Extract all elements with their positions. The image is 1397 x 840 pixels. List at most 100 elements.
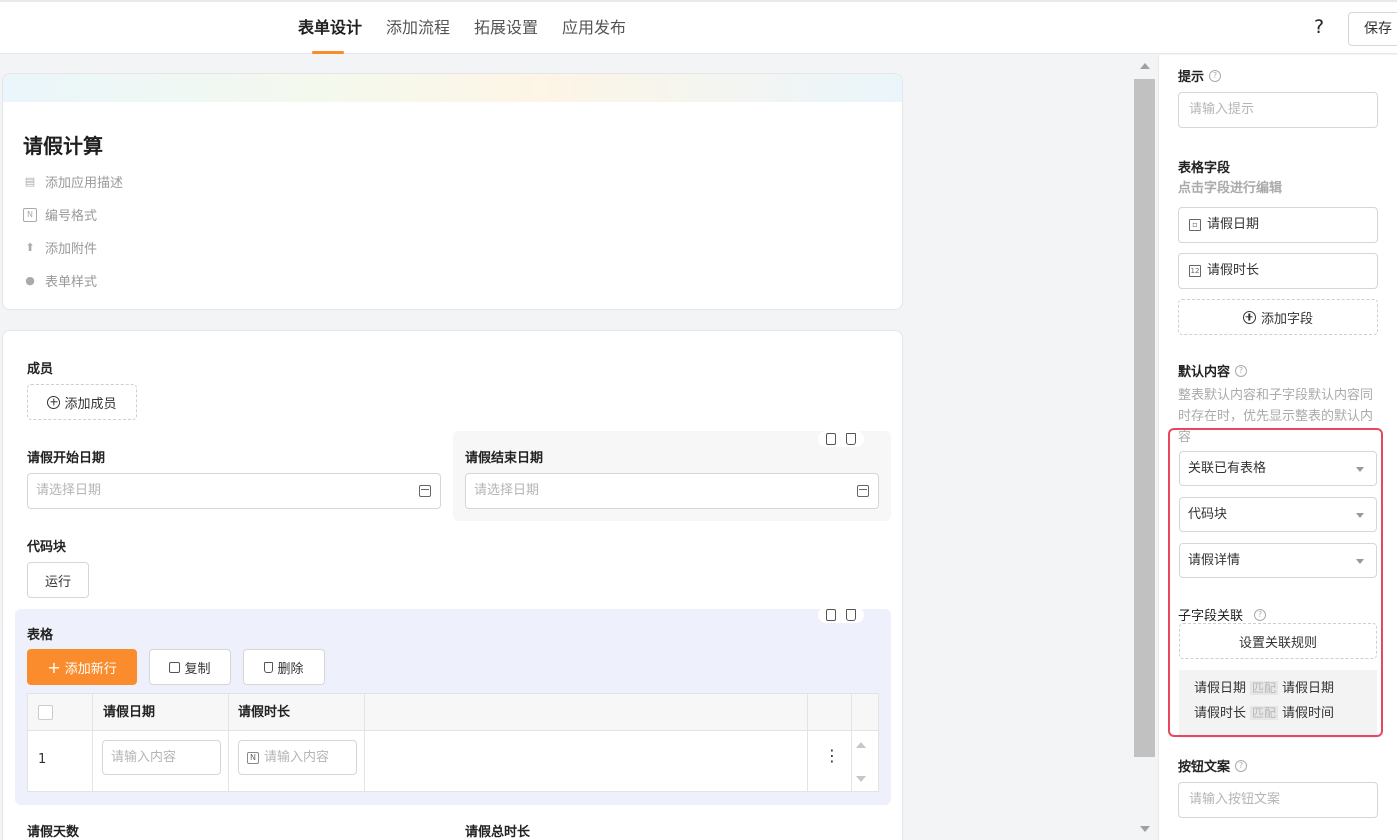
table-label: 表格 xyxy=(27,628,54,643)
trash-icon[interactable] xyxy=(846,609,856,621)
leave-duration-cell-input[interactable]: N 请输入内容 xyxy=(238,740,357,775)
trash-icon xyxy=(264,661,274,673)
run-button[interactable]: 运行 xyxy=(27,562,89,598)
help-circle-icon[interactable]: ? xyxy=(1235,759,1248,772)
table-fields-sub: 点击字段进行编辑 xyxy=(1178,181,1283,196)
field-label: 请假日期 xyxy=(1207,217,1260,232)
scroll-thumb[interactable] xyxy=(1134,79,1155,757)
plus-circle-icon xyxy=(47,395,61,409)
number-format-link[interactable]: N 编号格式 xyxy=(23,205,97,224)
main-tabs: 表单设计 添加流程 拓展设置 应用发布 xyxy=(298,2,626,54)
plus-circle-icon xyxy=(1242,310,1256,324)
scroll-up-icon[interactable] xyxy=(1140,63,1150,69)
copy-label: 复制 xyxy=(184,661,211,677)
calendar-icon[interactable] xyxy=(857,485,869,497)
relation-target: 请假时间 xyxy=(1282,706,1335,721)
field-label: 请假时长 xyxy=(1207,263,1260,278)
add-attachment-label: 添加附件 xyxy=(45,242,98,257)
form-info-card: 请假计算 ▤ 添加应用描述 N 编号格式 ⬆ 添加附件 ● 表单样式 xyxy=(2,73,903,310)
table-field-area[interactable]: 表格 + 添加新行 复制 删除 请假日期 请假时长 1 请输入内容 N 请输入内… xyxy=(15,607,891,805)
button-text-label-text: 按钮文案 xyxy=(1178,760,1231,775)
delete-row-button[interactable]: 删除 xyxy=(243,649,325,685)
column-divider xyxy=(92,694,93,791)
tab-extension-settings[interactable]: 拓展设置 xyxy=(474,2,538,54)
select-value: 关联已有表格 xyxy=(1188,461,1267,476)
field-actions xyxy=(818,431,864,447)
select-value: 请假详情 xyxy=(1188,553,1241,568)
column-divider xyxy=(807,694,808,791)
form-style-link[interactable]: ● 表单样式 xyxy=(23,271,97,291)
properties-panel: 提示 ? 请输入提示 表格字段 点击字段进行编辑 ▫ 请假日期 12 请假时长 … xyxy=(1158,55,1397,840)
start-date-placeholder: 请选择日期 xyxy=(36,483,102,498)
sub-field-relation-label: 子字段关联 ? xyxy=(1178,605,1267,624)
save-button[interactable]: 保存 xyxy=(1348,12,1397,46)
desc-line: 时存在时，优先显示整表的默认内 xyxy=(1178,409,1374,424)
button-text-input[interactable]: 请输入按钮文案 xyxy=(1178,782,1378,818)
default-content-label-text: 默认内容 xyxy=(1178,365,1231,380)
table-fields-label: 表格字段 xyxy=(1178,161,1231,176)
column-divider xyxy=(851,694,852,791)
upload-icon: ⬆ xyxy=(25,240,35,254)
end-date-input[interactable]: 请选择日期 xyxy=(465,473,879,509)
source-table-select[interactable]: 请假详情 xyxy=(1179,543,1377,578)
add-field-label: 添加字段 xyxy=(1260,311,1313,327)
number-format-label: 编号格式 xyxy=(45,209,98,224)
help-circle-icon[interactable]: ? xyxy=(1254,608,1267,621)
help-icon[interactable]: ? xyxy=(1314,16,1324,38)
leave-days-label: 请假天数 xyxy=(27,825,80,840)
caret-down-icon xyxy=(1356,559,1364,564)
select-all-checkbox[interactable] xyxy=(38,705,53,720)
button-text-label: 按钮文案 ? xyxy=(1178,756,1248,775)
trash-icon[interactable] xyxy=(846,433,856,445)
copy-icon[interactable] xyxy=(826,609,836,621)
tab-form-design[interactable]: 表单设计 xyxy=(298,2,362,54)
leave-date-cell-input[interactable]: 请输入内容 xyxy=(102,740,221,775)
add-description-link[interactable]: ▤ 添加应用描述 xyxy=(23,172,123,192)
date-field-icon: ▫ xyxy=(1189,219,1201,231)
table-scroll-down-icon[interactable] xyxy=(856,776,866,782)
field-item-leave-date[interactable]: ▫ 请假日期 xyxy=(1178,207,1378,243)
palette-icon: ● xyxy=(25,273,35,287)
number-field-icon: 12 xyxy=(1189,265,1201,277)
help-circle-icon[interactable]: ? xyxy=(1209,69,1222,82)
column-divider xyxy=(228,694,229,791)
caret-down-icon xyxy=(1356,513,1364,518)
desc-line: 整表默认内容和子字段默认内容同 xyxy=(1178,388,1374,403)
table-header: 请假日期 请假时长 xyxy=(28,694,878,731)
copy-icon[interactable] xyxy=(826,433,836,445)
set-relation-rule-button[interactable]: 设置关联规则 xyxy=(1179,623,1377,659)
comment-icon: ▤ xyxy=(24,174,36,188)
match-tag: 匹配 xyxy=(1250,681,1279,695)
canvas-scrollbar[interactable] xyxy=(1133,55,1157,840)
start-date-input[interactable]: 请选择日期 xyxy=(27,473,441,509)
relation-target: 请假日期 xyxy=(1282,681,1335,696)
hint-input[interactable]: 请输入提示 xyxy=(1178,92,1378,128)
table-scroll-up-icon[interactable] xyxy=(856,742,866,748)
copy-row-button[interactable]: 复制 xyxy=(149,649,231,685)
hint-label-text: 提示 xyxy=(1178,70,1205,85)
form-title[interactable]: 请假计算 xyxy=(23,130,103,159)
add-field-button[interactable]: 添加字段 xyxy=(1178,299,1378,335)
column-header: 请假时长 xyxy=(238,705,291,720)
row-more-icon[interactable]: ⋮ xyxy=(824,748,840,764)
scroll-down-icon[interactable] xyxy=(1140,826,1150,832)
start-date-label: 请假开始日期 xyxy=(27,451,106,466)
row-index: 1 xyxy=(38,752,47,767)
relation-source: 请假时长 xyxy=(1194,706,1247,721)
form-canvas: 请假计算 ▤ 添加应用描述 N 编号格式 ⬆ 添加附件 ● 表单样式 成员 添加… xyxy=(0,55,1157,840)
calendar-icon[interactable] xyxy=(419,485,431,497)
source-type-select[interactable]: 关联已有表格 xyxy=(1179,451,1377,486)
tab-add-flow[interactable]: 添加流程 xyxy=(386,2,450,54)
source-app-select[interactable]: 代码块 xyxy=(1179,497,1377,532)
add-row-button[interactable]: + 添加新行 xyxy=(27,649,137,685)
data-table: 请假日期 请假时长 1 请输入内容 N 请输入内容 ⋮ xyxy=(27,693,879,792)
tab-app-publish[interactable]: 应用发布 xyxy=(562,2,626,54)
desc-line: 容 xyxy=(1178,430,1192,445)
add-attachment-link[interactable]: ⬆ 添加附件 xyxy=(23,238,98,258)
delete-label: 删除 xyxy=(277,661,304,677)
help-circle-icon[interactable]: ? xyxy=(1235,364,1248,377)
copy-icon xyxy=(169,661,181,673)
caret-down-icon xyxy=(1356,467,1364,472)
add-member-button[interactable]: 添加成员 xyxy=(27,384,137,420)
field-item-leave-duration[interactable]: 12 请假时长 xyxy=(1178,253,1378,289)
